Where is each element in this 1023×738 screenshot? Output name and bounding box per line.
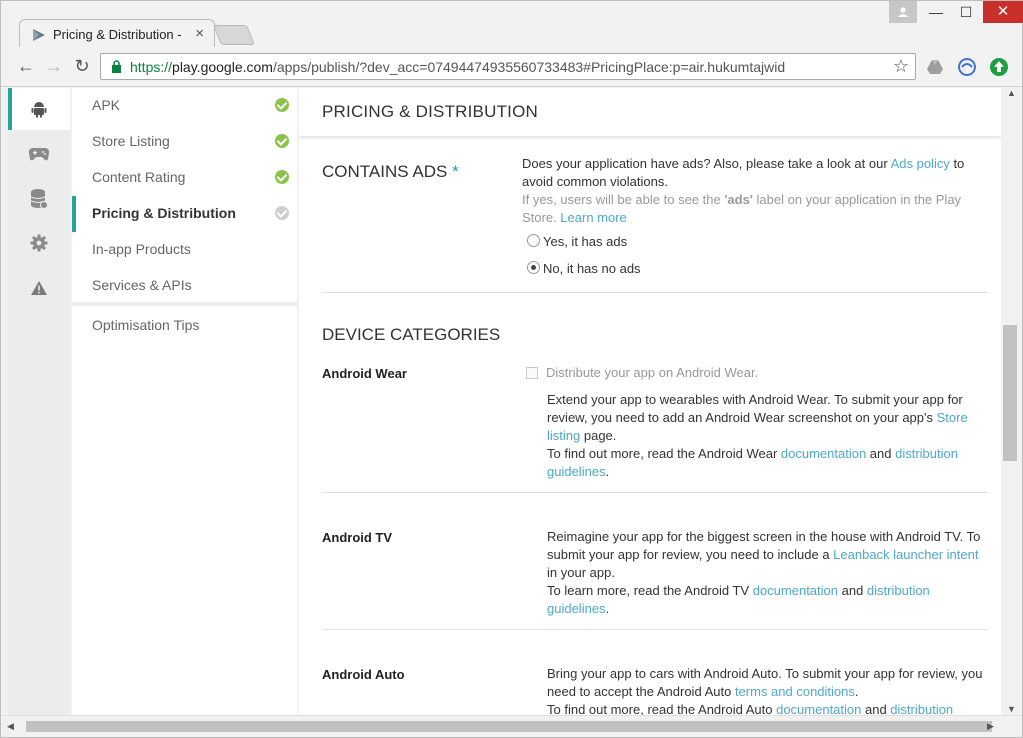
- url-text: https://play.google.com/apps/publish/?de…: [130, 59, 786, 75]
- page-header: PRICING & DISTRIBUTION: [299, 88, 1001, 136]
- close-tab-icon[interactable]: ×: [195, 25, 204, 42]
- nav-item-label: In-app Products: [92, 241, 191, 257]
- update-arrow-icon[interactable]: [990, 58, 1008, 76]
- auto-documentation-link[interactable]: documentation: [776, 702, 861, 715]
- nav-item-pricing-distribution[interactable]: Pricing & Distribution: [72, 196, 297, 232]
- tab-pricing-distribution[interactable]: Pricing & Distribution - H ×: [19, 19, 215, 49]
- leanback-intent-link[interactable]: Leanback launcher intent: [833, 547, 978, 562]
- android-wear-description: Extend your app to wearables with Androi…: [547, 392, 968, 479]
- scroll-left-icon[interactable]: ◀: [7, 721, 14, 732]
- section-divider: [322, 292, 988, 293]
- ads-policy-link[interactable]: Ads policy: [891, 156, 950, 171]
- rail-settings[interactable]: [8, 222, 70, 264]
- close-window-icon[interactable]: ✕: [983, 1, 1023, 23]
- database-icon: [30, 189, 48, 209]
- nav-item-label: Pricing & Distribution: [92, 205, 236, 221]
- complete-check-icon: [275, 134, 289, 148]
- section-divider: [322, 629, 988, 630]
- section-nav: APK Store Listing Content Rating Pricing…: [72, 88, 297, 715]
- store-listing-link[interactable]: Store: [937, 410, 968, 425]
- tips-card: Optimisation Tips: [72, 306, 297, 715]
- android-icon: [31, 102, 47, 118]
- gamepad-icon: [28, 147, 50, 161]
- back-arrow-icon[interactable]: ←: [15, 55, 37, 77]
- wear-documentation-link[interactable]: documentation: [781, 446, 866, 461]
- play-console-favicon-icon: [33, 29, 45, 41]
- tv-guidelines-link[interactable]: guidelines: [547, 601, 606, 616]
- tv-documentation-link[interactable]: documentation: [753, 583, 838, 598]
- required-asterisk: *: [452, 162, 459, 181]
- nav-item-label: APK: [92, 97, 121, 113]
- scroll-up-icon[interactable]: ▲: [1007, 88, 1016, 98]
- page-viewport: APK Store Listing Content Rating Pricing…: [1, 88, 1022, 715]
- horizontal-scrollbar[interactable]: ◀ ▶: [1, 715, 1022, 737]
- bookmark-star-icon[interactable]: ☆: [893, 56, 909, 77]
- vertical-scroll-thumb[interactable]: [1003, 325, 1017, 461]
- terms-conditions-link[interactable]: terms and conditions: [735, 684, 855, 699]
- nav-item-services-apis[interactable]: Services & APIs: [72, 268, 297, 304]
- complete-check-icon: [275, 170, 289, 184]
- forward-arrow-icon[interactable]: →: [43, 55, 65, 77]
- android-wear-checkbox[interactable]: [526, 367, 538, 379]
- android-tv-description: Reimagine your app for the biggest scree…: [547, 529, 981, 616]
- android-wear-checkbox-label[interactable]: Distribute your app on Android Wear.: [546, 364, 758, 382]
- page-title: PRICING & DISTRIBUTION: [322, 102, 538, 121]
- nav-item-label: Optimisation Tips: [92, 317, 200, 333]
- nav-item-in-app-products[interactable]: In-app Products: [72, 232, 297, 268]
- nav-item-content-rating[interactable]: Content Rating: [72, 160, 297, 196]
- rail-database[interactable]: [8, 178, 70, 220]
- minimize-icon[interactable]: —: [919, 1, 953, 23]
- tab-strip: Pricing & Distribution - H × — ☐ ✕: [1, 1, 1023, 49]
- nav-item-apk[interactable]: APK: [72, 88, 297, 124]
- device-categories-heading: DEVICE CATEGORIES: [322, 325, 501, 344]
- rail-games[interactable]: [8, 132, 70, 174]
- store-listing-link-cont[interactable]: listing: [547, 428, 580, 443]
- android-auto-label: Android Auto: [322, 667, 405, 682]
- main-content: PRICING & DISTRIBUTION CONTAINS ADS * Do…: [299, 88, 1001, 715]
- rail-apps[interactable]: [8, 88, 70, 130]
- nav-item-label: Services & APIs: [92, 277, 192, 293]
- tab-title: Pricing & Distribution - H: [53, 27, 183, 42]
- contains-ads-heading: CONTAINS ADS *: [322, 162, 459, 181]
- android-wear-label: Android Wear: [322, 366, 407, 381]
- nav-item-store-listing[interactable]: Store Listing: [72, 124, 297, 160]
- radio-no-ads[interactable]: [527, 261, 540, 274]
- rail-alerts[interactable]: [8, 268, 70, 310]
- complete-check-icon: [275, 98, 289, 112]
- sync-extension-icon[interactable]: [958, 58, 976, 76]
- tv-distribution-link[interactable]: distribution: [867, 583, 930, 598]
- horizontal-scroll-thumb[interactable]: [26, 721, 992, 732]
- user-profile-icon[interactable]: [889, 1, 917, 23]
- address-bar[interactable]: https://play.google.com/apps/publish/?de…: [100, 53, 916, 80]
- wear-distribution-link[interactable]: distribution: [895, 446, 958, 461]
- vertical-scrollbar[interactable]: ▲ ▼: [1001, 88, 1022, 715]
- scroll-down-icon[interactable]: ▼: [1007, 704, 1016, 714]
- lock-icon: [112, 60, 121, 73]
- radio-no-label[interactable]: No, it has no ads: [543, 260, 641, 278]
- maximize-icon[interactable]: ☐: [949, 1, 983, 23]
- radio-yes-ads[interactable]: [527, 234, 540, 247]
- warning-icon: [31, 281, 47, 295]
- nav-item-label: Store Listing: [92, 133, 170, 149]
- android-auto-description: Bring your app to cars with Android Auto…: [547, 666, 983, 715]
- pending-check-icon: [275, 206, 289, 220]
- browser-window: Pricing & Distribution - H × — ☐ ✕ ← → ↻…: [0, 0, 1023, 738]
- section-nav-card: APK Store Listing Content Rating Pricing…: [72, 88, 297, 302]
- icon-rail: [8, 88, 70, 715]
- gear-icon: [30, 234, 48, 252]
- auto-distribution-link[interactable]: distribution: [890, 702, 953, 715]
- radio-yes-label[interactable]: Yes, it has ads: [543, 233, 627, 251]
- drive-extension-icon[interactable]: [926, 58, 944, 76]
- learn-more-link[interactable]: Learn more: [560, 210, 626, 225]
- android-tv-label: Android TV: [322, 530, 393, 545]
- wear-guidelines-link[interactable]: guidelines: [547, 464, 606, 479]
- new-tab-button[interactable]: [212, 25, 256, 45]
- reload-icon[interactable]: ↻: [71, 55, 93, 77]
- scroll-right-icon[interactable]: ▶: [987, 721, 994, 732]
- browser-toolbar: ← → ↻ https://play.google.com/apps/publi…: [1, 47, 1022, 87]
- section-divider: [322, 492, 988, 493]
- contains-ads-question: Does your application have ads? Also, pl…: [522, 156, 965, 225]
- nav-item-label: Content Rating: [92, 169, 186, 185]
- nav-item-optimisation-tips[interactable]: Optimisation Tips: [72, 308, 297, 344]
